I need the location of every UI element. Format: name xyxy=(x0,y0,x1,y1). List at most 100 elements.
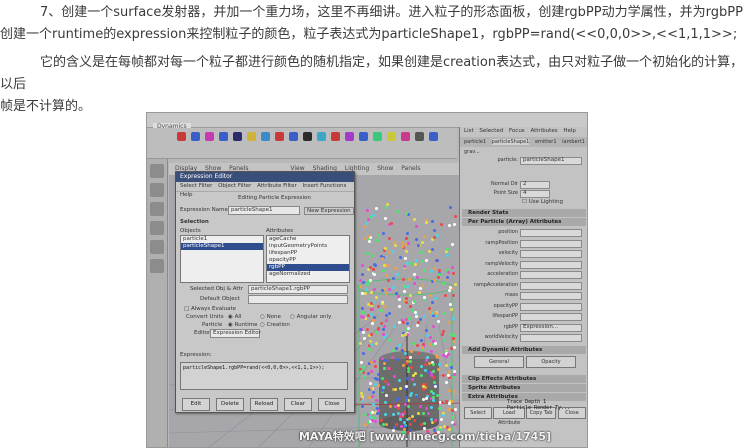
particle-dot xyxy=(433,384,437,388)
always-evaluate-checkbox[interactable]: □ Always Evaluate xyxy=(184,306,236,312)
per-particle-attr-field[interactable] xyxy=(520,334,582,342)
units-all-radio[interactable]: ◉ All xyxy=(228,314,241,320)
select-button[interactable]: Select xyxy=(464,407,492,419)
default-object-field[interactable] xyxy=(248,295,348,304)
particle-dot xyxy=(369,312,373,316)
list-item[interactable]: ageNormalized xyxy=(267,271,349,278)
toolbox xyxy=(147,159,168,447)
particle-dot xyxy=(419,374,423,378)
particle-dot xyxy=(421,259,425,263)
particle-dot xyxy=(430,220,434,224)
opacity-button[interactable]: Opacity xyxy=(526,356,576,368)
particle-dot xyxy=(410,377,414,381)
per-particle-attr-label: position xyxy=(498,229,518,235)
objects-list[interactable]: particle1 particleShape1 xyxy=(180,235,264,283)
per-particle-attr-field[interactable] xyxy=(520,239,582,248)
per-particle-attr-field[interactable] xyxy=(520,281,582,290)
particle-dot xyxy=(393,404,397,408)
selected-obj-field[interactable]: particleShape1.rgbPP xyxy=(248,285,348,294)
normal-dir-label: Normal Dir xyxy=(491,181,518,187)
tab-particleshape1[interactable]: particleShape1 xyxy=(491,139,530,145)
units-none-radio[interactable]: ○ None xyxy=(260,314,281,320)
clear-button[interactable]: Clear xyxy=(284,398,312,411)
per-particle-attr-field[interactable] xyxy=(520,260,582,269)
per-particle-attr-field[interactable] xyxy=(520,250,582,258)
particle-dot xyxy=(422,314,426,318)
list-item[interactable]: inputGeometryPoints xyxy=(267,243,349,250)
per-particle-section[interactable]: Per Particle (Array) Attributes xyxy=(462,218,586,226)
expression-name-field[interactable]: particleShape1 xyxy=(228,206,300,215)
para2-line1: 它的含义是在每帧都对每一个粒子都进行颜色的随机指定，如果创建是creation表… xyxy=(0,55,744,92)
particle-dot xyxy=(392,324,396,328)
list-item[interactable]: lifespanPP xyxy=(267,250,349,257)
per-particle-attr-field[interactable] xyxy=(520,313,582,321)
expression-editor-window: Expression Editor Select Filter Object F… xyxy=(175,171,355,413)
particle-dot xyxy=(432,375,436,379)
list-item[interactable]: opacityPP xyxy=(267,257,349,264)
tab-emitter1[interactable]: emitter1 xyxy=(535,139,557,145)
point-size-field[interactable]: 4 xyxy=(520,190,550,198)
units-angular-radio[interactable]: ○ Angular only xyxy=(290,314,331,320)
per-particle-attr-field[interactable] xyxy=(520,302,582,311)
clip-effects-section[interactable]: Clip Effects Attributes xyxy=(462,375,586,383)
particle-name-field[interactable]: particleShape1 xyxy=(520,157,582,165)
particle-dot xyxy=(441,354,445,358)
per-particle-attr-field[interactable] xyxy=(520,292,582,300)
per-particle-attr-field[interactable] xyxy=(520,229,582,237)
list-item[interactable]: particleShape1 xyxy=(181,243,263,250)
particle-dot xyxy=(404,211,408,215)
particle-dot xyxy=(433,380,437,384)
particle-dot xyxy=(435,394,439,398)
new-expression-button[interactable]: New Expression xyxy=(304,207,354,215)
particle-dot xyxy=(381,386,385,390)
particle-dot xyxy=(361,365,365,369)
close-button[interactable]: Close xyxy=(318,398,346,411)
particle-dot xyxy=(449,307,453,311)
particle-dot xyxy=(445,363,449,367)
paint-tool-icon[interactable] xyxy=(150,202,164,216)
particle-dot xyxy=(386,251,390,255)
list-item[interactable]: rgbPP xyxy=(267,264,349,271)
expression-editor-title[interactable]: Expression Editor xyxy=(176,172,354,182)
tab-lambert1[interactable]: lambert1 xyxy=(562,139,585,145)
particle-dot xyxy=(405,321,409,325)
reload-button[interactable]: Reload xyxy=(250,398,278,411)
particle-dot xyxy=(396,295,400,299)
tab-gravity[interactable]: grav... xyxy=(464,149,480,155)
particle-dot xyxy=(409,350,413,354)
list-item[interactable]: particle1 xyxy=(181,236,263,243)
particle-dot xyxy=(396,406,400,410)
particle-dot xyxy=(382,231,386,235)
per-particle-attr-field[interactable] xyxy=(520,271,582,279)
runtime-radio[interactable]: ◉ Runtime xyxy=(228,322,258,328)
scale-tool-icon[interactable] xyxy=(150,259,164,273)
particle-dot xyxy=(421,387,425,391)
particle-dot xyxy=(431,399,435,403)
particle-dot xyxy=(425,396,429,400)
delete-button[interactable]: Delete xyxy=(216,398,244,411)
particle-dot xyxy=(453,282,457,286)
expression-code-editor[interactable]: particleShape1.rgbPP=rand(<<0,0,0>>,<<1,… xyxy=(180,362,348,390)
rotate-tool-icon[interactable] xyxy=(150,240,164,254)
list-item[interactable]: ageCache xyxy=(267,236,349,243)
per-particle-attr-field[interactable]: Expression... xyxy=(520,323,582,332)
tab-particle1[interactable]: particle1 xyxy=(464,139,486,145)
particle-mode-label: Particle xyxy=(202,322,223,328)
use-lighting-checkbox[interactable]: ☐ Use Lighting xyxy=(522,199,563,205)
general-button[interactable]: General xyxy=(474,356,524,368)
render-stats-section[interactable]: Render Stats xyxy=(462,209,586,217)
lasso-tool-icon[interactable] xyxy=(150,183,164,197)
particle-dot xyxy=(442,338,446,342)
creation-radio[interactable]: ○ Creation xyxy=(260,322,290,328)
particle-dot xyxy=(437,363,441,366)
move-tool-icon[interactable] xyxy=(150,221,164,235)
edit-button[interactable]: Edit xyxy=(182,398,210,411)
attributes-list[interactable]: ageCache inputGeometryPoints lifespanPP … xyxy=(266,235,350,283)
particle-dot xyxy=(416,320,420,324)
add-dynamic-section[interactable]: Add Dynamic Attributes xyxy=(462,346,586,354)
sprite-section[interactable]: Sprite Attributes xyxy=(462,384,586,392)
editor-type-dropdown[interactable]: Expression Editor xyxy=(210,329,261,338)
particle-dot xyxy=(450,415,454,419)
normal-dir-field[interactable]: 2 xyxy=(520,181,550,189)
select-tool-icon[interactable] xyxy=(150,164,164,178)
